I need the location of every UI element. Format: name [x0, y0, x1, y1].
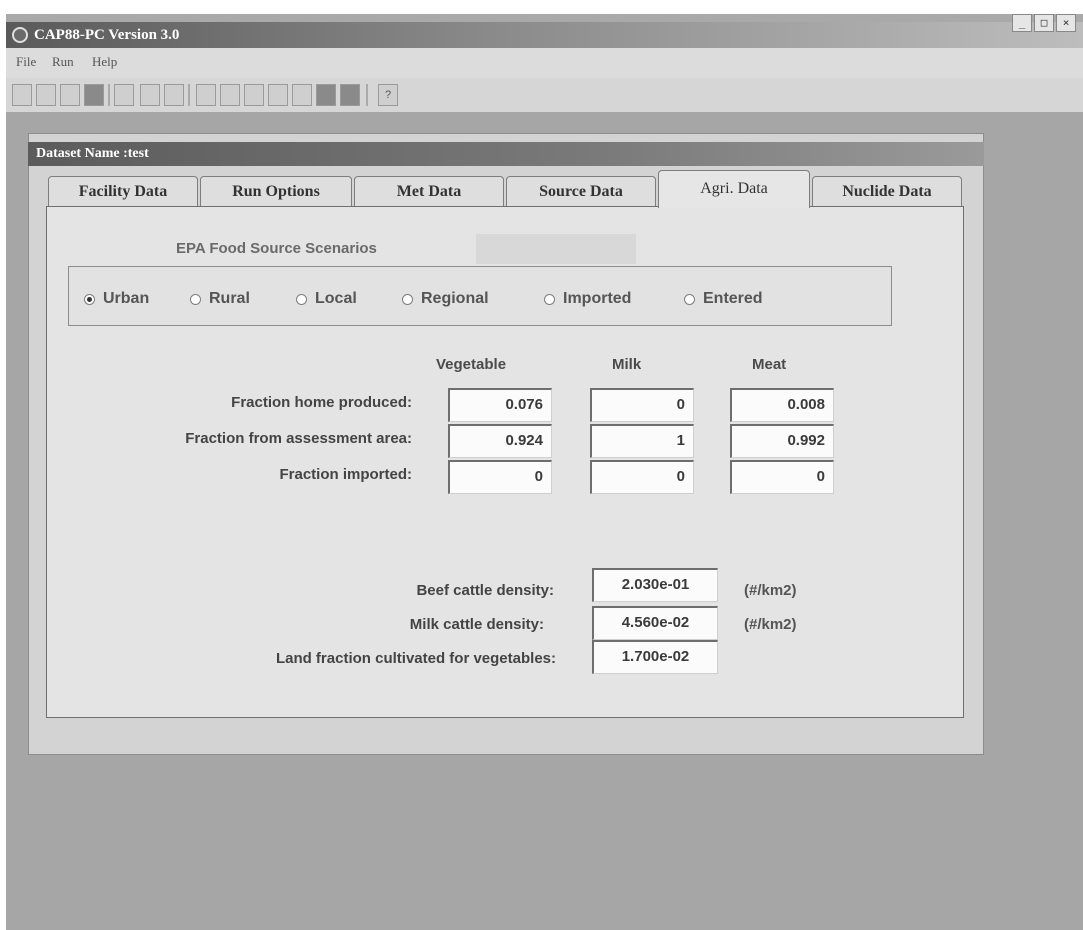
radio-urban[interactable]: Urban: [84, 290, 149, 308]
radio-entered[interactable]: Entered: [684, 290, 763, 308]
radio-label-entered: Entered: [703, 290, 763, 307]
radio-imported[interactable]: Imported: [544, 290, 631, 308]
tab-source-data[interactable]: Source Data: [506, 176, 656, 208]
radio-indicator: [402, 293, 413, 305]
meat-home-produced-input[interactable]: 0.008: [730, 388, 834, 422]
run-icon[interactable]: [196, 84, 216, 106]
open-folder-icon[interactable]: [60, 84, 80, 106]
print-icon[interactable]: [140, 84, 160, 106]
tab-nuclide-data[interactable]: Nuclide Data: [812, 176, 962, 208]
milk-assessment-area-input[interactable]: 1: [590, 424, 694, 458]
menu-help[interactable]: Help: [92, 54, 117, 70]
radio-indicator: [544, 293, 555, 305]
row-label-imported: Fraction imported:: [279, 466, 412, 483]
dialog-title: Dataset Name :test: [36, 146, 149, 161]
window-controls: _ □ ×: [1012, 14, 1076, 32]
milk-imported-input[interactable]: 0: [590, 460, 694, 494]
beef-cattle-density-input[interactable]: 2.030e-01: [592, 568, 718, 602]
meat-assessment-area-input[interactable]: 0.992: [730, 424, 834, 458]
maximize-button[interactable]: □: [1034, 14, 1054, 32]
menu-bar: [6, 48, 1083, 78]
radio-rural[interactable]: Rural: [190, 290, 250, 308]
chart-icon[interactable]: [244, 84, 264, 106]
app-icon: [12, 27, 28, 43]
radio-indicator: [684, 293, 695, 305]
radio-label-imported: Imported: [563, 290, 632, 307]
milk-cattle-density-input[interactable]: 4.560e-02: [592, 606, 718, 640]
column-header-milk: Milk: [612, 356, 642, 373]
radio-label-urban: Urban: [103, 290, 150, 307]
row-label-assessment-area: Fraction from assessment area:: [185, 430, 412, 447]
radio-selected-indicator: [84, 293, 95, 305]
scenario-group-label: EPA Food Source Scenarios: [176, 240, 377, 257]
radio-label-regional: Regional: [421, 290, 489, 307]
database-icon[interactable]: [316, 84, 336, 106]
label-land-fraction-vegetables: Land fraction cultivated for vegetables:: [275, 650, 556, 667]
vegetable-imported-input[interactable]: 0: [448, 460, 552, 494]
radio-local[interactable]: Local: [296, 290, 357, 308]
help-icon[interactable]: ?: [378, 84, 398, 106]
label-milk-cattle-density: Milk cattle density:: [409, 616, 544, 633]
column-header-meat: Meat: [752, 356, 787, 373]
toolbar-separator: [188, 84, 190, 106]
tab-agri-data[interactable]: Agri. Data: [658, 170, 810, 208]
table-icon[interactable]: [340, 84, 360, 106]
label-shade: [476, 234, 636, 264]
dialog-title-bar[interactable]: [28, 142, 984, 166]
radio-indicator: [296, 293, 307, 305]
radio-indicator: [190, 293, 201, 305]
print-preview-icon[interactable]: [164, 84, 184, 106]
menu-run[interactable]: Run: [52, 54, 74, 70]
land-fraction-vegetables-input[interactable]: 1.700e-02: [592, 640, 718, 674]
chart-alt-icon[interactable]: [268, 84, 288, 106]
column-header-vegetable: Vegetable: [436, 356, 507, 373]
save-icon[interactable]: [84, 84, 104, 106]
milk-home-produced-input[interactable]: 0: [590, 388, 694, 422]
save-as-icon[interactable]: [114, 84, 134, 106]
vegetable-home-produced-input[interactable]: 0.076: [448, 388, 552, 422]
radio-regional[interactable]: Regional: [402, 290, 489, 308]
row-label-home-produced: Fraction home produced:: [231, 394, 412, 411]
run-options-icon[interactable]: [220, 84, 240, 106]
report-icon[interactable]: [292, 84, 312, 106]
tab-run-options[interactable]: Run Options: [200, 176, 352, 208]
unit-beef-cattle-density: (#/km2): [744, 582, 797, 599]
toolbar-window-icon[interactable]: [12, 84, 32, 106]
vegetable-assessment-area-input[interactable]: 0.924: [448, 424, 552, 458]
radio-label-local: Local: [315, 290, 357, 307]
tab-met-data[interactable]: Met Data: [354, 176, 504, 208]
meat-imported-input[interactable]: 0: [730, 460, 834, 494]
menu-file[interactable]: File: [16, 54, 36, 70]
unit-milk-cattle-density: (#/km2): [744, 616, 797, 633]
toolbar-separator: [108, 84, 110, 106]
minimize-button[interactable]: _: [1012, 14, 1032, 32]
tab-facility-data[interactable]: Facility Data: [48, 176, 198, 208]
window-title: CAP88-PC Version 3.0: [34, 27, 180, 43]
radio-label-rural: Rural: [209, 290, 250, 307]
label-beef-cattle-density: Beef cattle density:: [416, 582, 554, 599]
new-file-icon[interactable]: [36, 84, 56, 106]
close-button[interactable]: ×: [1056, 14, 1076, 32]
toolbar-separator: [366, 84, 368, 106]
